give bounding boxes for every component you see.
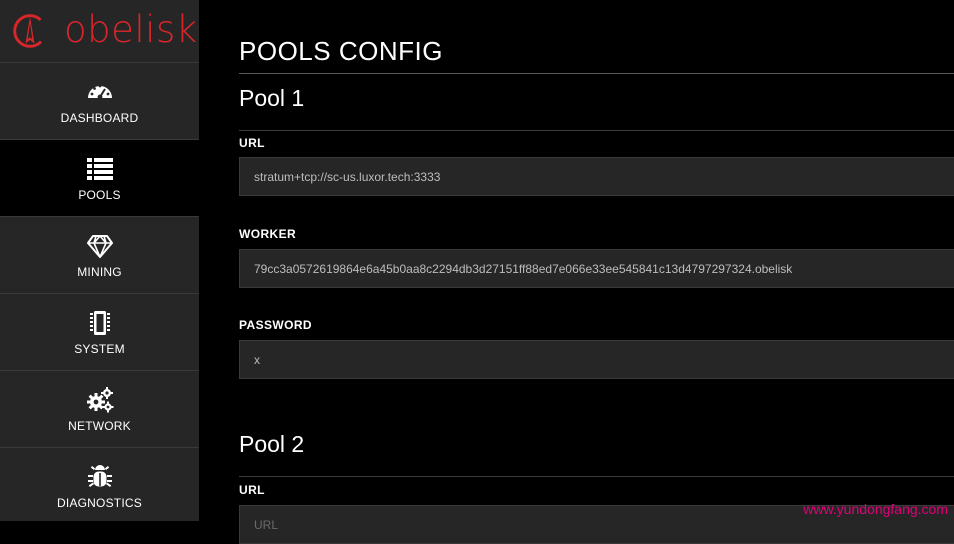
dashboard-gauge-icon bbox=[87, 84, 112, 99]
pool-2-divider bbox=[239, 476, 954, 477]
brand-name: obelisk bbox=[64, 7, 198, 51]
sidebar: obelisk DASHBOARD POOLS MINING SYSTEM NE… bbox=[0, 0, 199, 521]
pool-1-worker-input[interactable]: 79cc3a0572619864e6a45b0aa8c2294db3d27151… bbox=[239, 249, 954, 288]
pool-1-password-label: PASSWORD bbox=[239, 318, 312, 332]
sidebar-item-label: POOLS bbox=[78, 187, 121, 202]
pool-2-title: Pool 2 bbox=[239, 431, 305, 457]
sidebar-item-label: MINING bbox=[77, 264, 122, 279]
sidebar-item-diagnostics[interactable]: DIAGNOSTICS bbox=[0, 448, 199, 521]
pool-1-title: Pool 1 bbox=[239, 85, 305, 111]
sidebar-item-mining[interactable]: MINING bbox=[0, 217, 199, 294]
bug-icon bbox=[87, 464, 112, 487]
page-title: POOLS CONFIG bbox=[239, 36, 443, 66]
sidebar-item-label: DASHBOARD bbox=[60, 110, 139, 125]
sidebar-item-pools[interactable]: POOLS bbox=[0, 140, 199, 217]
watermark: www.yundongfang.com bbox=[803, 501, 948, 517]
gears-icon bbox=[86, 386, 113, 412]
sidebar-item-label: DIAGNOSTICS bbox=[57, 495, 142, 510]
title-divider bbox=[239, 73, 954, 74]
obelisk-logo-icon bbox=[13, 14, 47, 48]
logo[interactable]: obelisk bbox=[0, 0, 199, 63]
pool-1-divider bbox=[239, 130, 954, 131]
chip-icon bbox=[89, 310, 110, 335]
pool-1-worker-label: WORKER bbox=[239, 227, 297, 241]
main-content: POOLS CONFIG Pool 1 URL stratum+tcp://sc… bbox=[239, 0, 954, 544]
sidebar-item-label: SYSTEM bbox=[74, 341, 125, 356]
pool-1-url-input[interactable]: stratum+tcp://sc-us.luxor.tech:3333 bbox=[239, 157, 954, 196]
pool-2-url-label: URL bbox=[239, 483, 265, 497]
diamond-icon bbox=[86, 234, 113, 258]
sidebar-item-system[interactable]: SYSTEM bbox=[0, 294, 199, 371]
pool-1-password-input[interactable]: x bbox=[239, 340, 954, 379]
sidebar-item-dashboard[interactable]: DASHBOARD bbox=[0, 63, 199, 140]
sidebar-item-network[interactable]: NETWORK bbox=[0, 371, 199, 448]
sidebar-item-label: NETWORK bbox=[68, 418, 131, 433]
pool-1-url-label: URL bbox=[239, 136, 265, 150]
list-icon bbox=[86, 157, 113, 180]
